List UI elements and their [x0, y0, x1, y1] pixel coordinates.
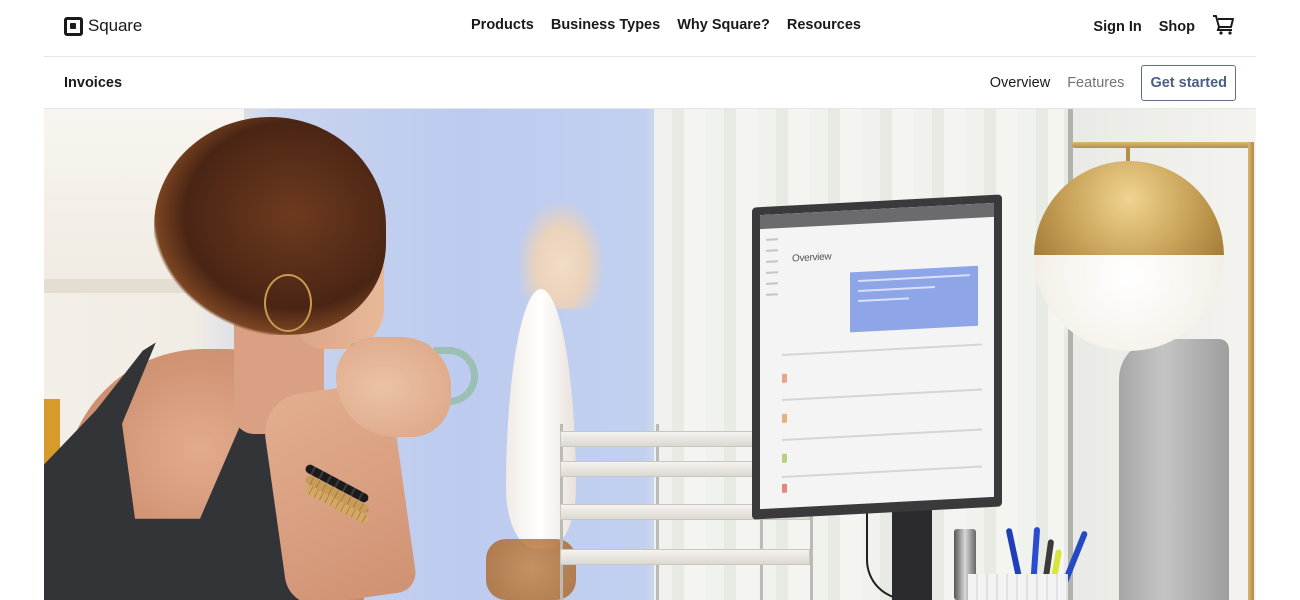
nav-why-square[interactable]: Why Square?: [677, 17, 770, 33]
hoop-earring: [264, 274, 312, 332]
grey-fabric: [1119, 339, 1229, 600]
lamp-pole: [1248, 142, 1254, 600]
screen-row: [782, 388, 982, 401]
shopping-cart-icon: [1213, 15, 1234, 35]
primary-nav: Products Business Types Why Square? Reso…: [471, 17, 861, 33]
shop-link[interactable]: Shop: [1159, 16, 1195, 35]
subnav-features[interactable]: Features: [1067, 75, 1124, 91]
desktop-monitor: Overview: [752, 194, 1002, 520]
screen-status-dot: [782, 483, 787, 493]
brand-name: Square: [88, 16, 143, 35]
subnav-links: Overview Features Get started: [990, 65, 1236, 101]
product-title: Invoices: [64, 75, 123, 91]
square-home-link[interactable]: Square: [64, 15, 142, 37]
pen-cup: [968, 574, 1068, 600]
top-navigation: Square Products Business Types Why Squar…: [0, 0, 1300, 56]
get-started-button[interactable]: Get started: [1141, 65, 1236, 101]
monitor-screen: Overview: [760, 202, 994, 510]
hero-image: Overview: [44, 109, 1256, 600]
monitor-stand: [892, 509, 932, 600]
screen-row: [782, 343, 982, 356]
screen-status-dot: [782, 413, 787, 423]
nav-resources[interactable]: Resources: [787, 17, 861, 33]
sign-in-link[interactable]: Sign In: [1093, 16, 1141, 35]
screen-banner: [850, 265, 978, 333]
screen-status-dot: [782, 453, 787, 463]
square-logo-icon: [64, 16, 83, 36]
screen-status-dot: [782, 373, 787, 383]
subnav-overview[interactable]: Overview: [990, 75, 1050, 91]
lamp-arm: [1072, 142, 1254, 148]
nav-business-types[interactable]: Business Types: [551, 17, 660, 33]
screen-row: [782, 465, 982, 478]
lamp-stem: [1126, 147, 1130, 161]
cart-button[interactable]: [1212, 14, 1236, 36]
utility-nav: Sign In Shop: [1093, 14, 1236, 36]
screen-titlebar: [760, 202, 994, 230]
nav-products[interactable]: Products: [471, 17, 534, 33]
product-subnav: Invoices Overview Features Get started: [0, 57, 1300, 108]
screen-row: [782, 428, 982, 441]
pampas-grass: [516, 199, 606, 309]
screen-overview-title: Overview: [792, 251, 832, 265]
letter-tray: [560, 549, 810, 565]
screen-sidebar: [766, 238, 782, 305]
